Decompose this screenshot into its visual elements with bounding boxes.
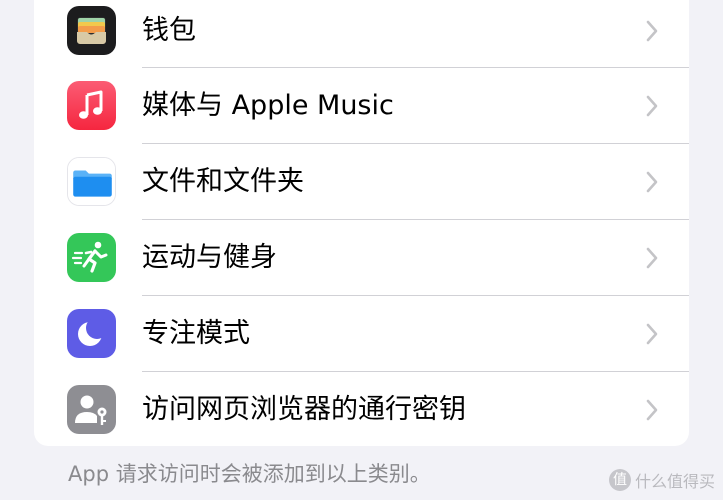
files-folder-icon: [67, 157, 116, 206]
settings-row-label: 媒体与 Apple Music: [142, 90, 394, 121]
music-note-icon: [67, 81, 116, 130]
settings-row-label: 钱包: [142, 15, 196, 46]
settings-row-label: 专注模式: [142, 318, 250, 349]
fitness-runner-icon: [67, 233, 116, 282]
wallet-icon: [67, 6, 116, 55]
watermark: 值 什么值得买: [608, 468, 715, 492]
chevron-right-icon: [645, 399, 659, 421]
section-footer-note: App 请求访问时会被添加到以上类别。: [68, 462, 431, 486]
watermark-text: 什么值得买: [634, 472, 715, 491]
settings-group-card: 钱包 媒体与 Apple Music 文件和文件夹 运动与健身 专注模式 访问网…: [34, 0, 689, 446]
chevron-right-icon: [645, 20, 659, 42]
chevron-right-icon: [645, 323, 659, 345]
chevron-right-icon: [645, 95, 659, 117]
settings-row-label: 访问网页浏览器的通行密钥: [142, 394, 466, 425]
moon-icon: [67, 309, 116, 358]
passkey-icon: [67, 385, 116, 434]
settings-row-browser-passkeys[interactable]: 访问网页浏览器的通行密钥: [34, 372, 689, 447]
settings-row-fitness[interactable]: 运动与健身: [34, 220, 689, 295]
watermark-logo-icon: 值: [608, 469, 631, 491]
settings-row-label: 文件和文件夹: [142, 166, 304, 197]
settings-row-wallet[interactable]: 钱包: [34, 0, 689, 68]
chevron-right-icon: [645, 247, 659, 269]
chevron-right-icon: [645, 171, 659, 193]
settings-row-focus[interactable]: 专注模式: [34, 296, 689, 371]
settings-row-label: 运动与健身: [142, 242, 277, 273]
settings-row-media-apple-music[interactable]: 媒体与 Apple Music: [34, 68, 689, 143]
settings-row-files-folders[interactable]: 文件和文件夹: [34, 144, 689, 219]
